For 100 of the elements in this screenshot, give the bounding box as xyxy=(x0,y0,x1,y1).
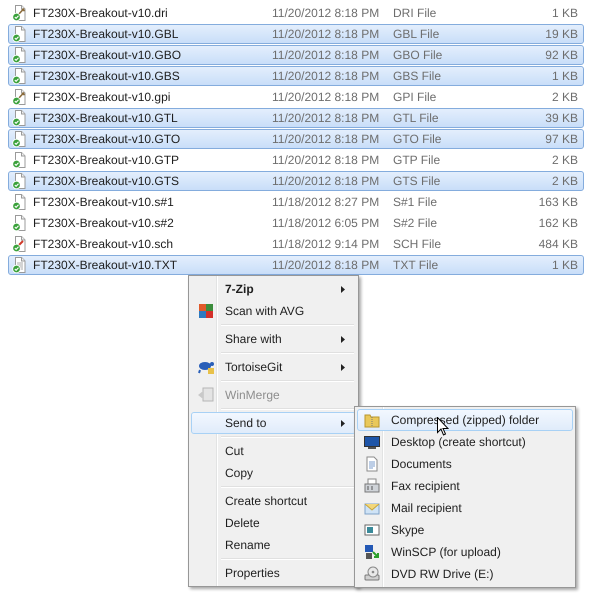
file-name: FT230X-Breakout-v10.sch xyxy=(33,237,174,251)
monitor-icon xyxy=(364,434,380,450)
menu-item[interactable]: Cut xyxy=(191,440,356,462)
file-type: S#1 File xyxy=(393,195,438,209)
menu-item[interactable]: Copy xyxy=(191,462,356,484)
file-type: GTL File xyxy=(393,111,440,125)
file-type: GBL File xyxy=(393,27,440,41)
file-name: FT230X-Breakout-v10.GBO xyxy=(33,48,182,62)
file-size: 2 KB xyxy=(550,90,579,104)
menu-item[interactable]: Mail recipient xyxy=(357,497,573,519)
file-icon xyxy=(12,68,28,84)
menu-item[interactable]: DVD RW Drive (E:) xyxy=(357,563,573,585)
file-name: FT230X-Breakout-v10.GTS xyxy=(33,174,180,188)
menu-item[interactable]: WinSCP (for upload) xyxy=(357,541,573,563)
menu-item[interactable]: Rename xyxy=(191,534,356,556)
document-compare-icon xyxy=(196,387,214,403)
file-type: GTS File xyxy=(393,174,442,188)
file-icon xyxy=(12,110,28,126)
date-modified: 11/20/2012 8:18 PM xyxy=(272,6,380,20)
menu-item[interactable]: Desktop (create shortcut) xyxy=(357,431,573,453)
file-icon xyxy=(12,194,28,210)
date-modified: 11/20/2012 8:18 PM xyxy=(272,174,380,188)
date-modified: 11/20/2012 8:18 PM xyxy=(272,48,380,62)
upload-computer-icon xyxy=(364,544,380,560)
file-size: 163 KB xyxy=(538,195,579,209)
file-row[interactable]: FT230X-Breakout-v10.TXT 11/20/2012 8:18 PM TXT File 1 KB xyxy=(8,255,584,275)
file-tool-icon xyxy=(12,5,28,21)
file-name: FT230X-Breakout-v10.GTP xyxy=(33,153,180,167)
file-size: 39 KB xyxy=(544,111,579,125)
file-name: FT230X-Breakout-v10.TXT xyxy=(33,258,178,272)
date-modified: 11/20/2012 8:18 PM xyxy=(272,258,380,272)
fax-icon xyxy=(364,478,380,494)
file-tool-icon xyxy=(12,236,28,252)
file-size: 1 KB xyxy=(550,6,579,20)
menu-item[interactable]: Create shortcut xyxy=(191,490,356,512)
file-icon xyxy=(12,26,28,42)
file-type: GTP File xyxy=(393,153,442,167)
date-modified: 11/20/2012 8:18 PM xyxy=(272,69,380,83)
file-size: 1 KB xyxy=(550,258,579,272)
squares-icon xyxy=(198,303,214,319)
file-size: 1 KB xyxy=(550,69,579,83)
date-modified: 11/18/2012 9:14 PM xyxy=(272,237,380,251)
file-row[interactable]: FT230X-Breakout-v10.GBL 11/20/2012 8:18 PM GBL File 19 KB xyxy=(8,24,584,44)
file-row[interactable]: FT230X-Breakout-v10.GTO 11/20/2012 8:18 PM GTO File 97 KB xyxy=(8,129,584,149)
file-icon xyxy=(12,131,28,147)
menu-item[interactable]: Skype xyxy=(357,519,573,541)
date-modified: 11/20/2012 8:18 PM xyxy=(272,27,380,41)
file-row[interactable]: FT230X-Breakout-v10.GBS 11/20/2012 8:18 PM GBS File 1 KB xyxy=(8,66,584,86)
file-row[interactable]: FT230X-Breakout-v10.GTS 11/20/2012 8:18 PM GTS File 2 KB xyxy=(8,171,584,191)
file-size: 162 KB xyxy=(538,216,579,230)
file-row[interactable]: FT230X-Breakout-v10.s#1 11/18/2012 8:27 PM S#1 File 163 KB xyxy=(8,192,584,212)
file-size: 484 KB xyxy=(538,237,579,251)
file-type: SCH File xyxy=(393,237,442,251)
file-type: S#2 File xyxy=(393,216,438,230)
file-type: GBO File xyxy=(393,48,444,62)
menu-item[interactable]: Send to xyxy=(191,412,356,434)
file-name: FT230X-Breakout-v10.s#1 xyxy=(33,195,174,209)
menu-item[interactable]: Fax recipient xyxy=(357,475,573,497)
file-type: DRI File xyxy=(393,6,438,20)
file-tool-icon xyxy=(12,89,28,105)
menu-item[interactable]: TortoiseGit xyxy=(191,356,356,378)
date-modified: 11/18/2012 6:05 PM xyxy=(272,216,380,230)
date-modified: 11/20/2012 8:18 PM xyxy=(272,111,380,125)
file-name: FT230X-Breakout-v10.GTO xyxy=(33,132,180,146)
file-size: 97 KB xyxy=(544,132,579,146)
menu-item[interactable]: Documents xyxy=(357,453,573,475)
date-modified: 11/18/2012 8:27 PM xyxy=(272,195,380,209)
file-row[interactable]: FT230X-Breakout-v10.gpi 11/20/2012 8:18 PM GPI File 2 KB xyxy=(8,87,584,107)
menu-item[interactable]: Delete xyxy=(191,512,356,534)
file-name: FT230X-Breakout-v10.GBL xyxy=(33,27,178,41)
file-icon xyxy=(12,215,28,231)
file-size: 19 KB xyxy=(544,27,579,41)
submenu-arrow-icon xyxy=(341,336,345,342)
file-icon xyxy=(12,152,28,168)
file-name: FT230X-Breakout-v10.GTL xyxy=(33,111,178,125)
menu-item[interactable]: Share with xyxy=(191,328,356,350)
zip-folder-icon xyxy=(364,412,380,428)
file-row[interactable]: FT230X-Breakout-v10.sch 11/18/2012 9:14 PM SCH File 484 KB xyxy=(8,234,584,254)
file-row[interactable]: FT230X-Breakout-v10.dri 11/20/2012 8:18 PM DRI File 1 KB xyxy=(8,3,584,23)
file-type: TXT File xyxy=(393,258,440,272)
file-type: GBS File xyxy=(393,69,442,83)
submenu-arrow-icon xyxy=(341,364,345,370)
file-row[interactable]: FT230X-Breakout-v10.GTP 11/20/2012 8:18 PM GTP File 2 KB xyxy=(8,150,584,170)
date-modified: 11/20/2012 8:18 PM xyxy=(272,90,380,104)
file-icon xyxy=(12,47,28,63)
submenu-arrow-icon xyxy=(341,420,345,426)
menu-item[interactable]: 7-Zip xyxy=(191,278,356,300)
file-size: 92 KB xyxy=(544,48,579,62)
file-name: FT230X-Breakout-v10.gpi xyxy=(33,90,170,104)
submenu-arrow-icon xyxy=(341,286,345,292)
file-size: 2 KB xyxy=(550,153,579,167)
file-icon xyxy=(12,173,28,189)
turtle-icon xyxy=(196,359,214,375)
menu-item[interactable]: Properties xyxy=(191,562,356,584)
file-row[interactable]: FT230X-Breakout-v10.GTL 11/20/2012 8:18 PM GTL File 39 KB xyxy=(8,108,584,128)
date-modified: 11/20/2012 8:18 PM xyxy=(272,132,380,146)
menu-item[interactable]: Scan with AVG xyxy=(191,300,356,322)
file-row[interactable]: FT230X-Breakout-v10.s#2 11/18/2012 6:05 PM S#2 File 162 KB xyxy=(8,213,584,233)
file-name: FT230X-Breakout-v10.GBS xyxy=(33,69,180,83)
file-row[interactable]: FT230X-Breakout-v10.GBO 11/20/2012 8:18 PM GBO File 92 KB xyxy=(8,45,584,65)
